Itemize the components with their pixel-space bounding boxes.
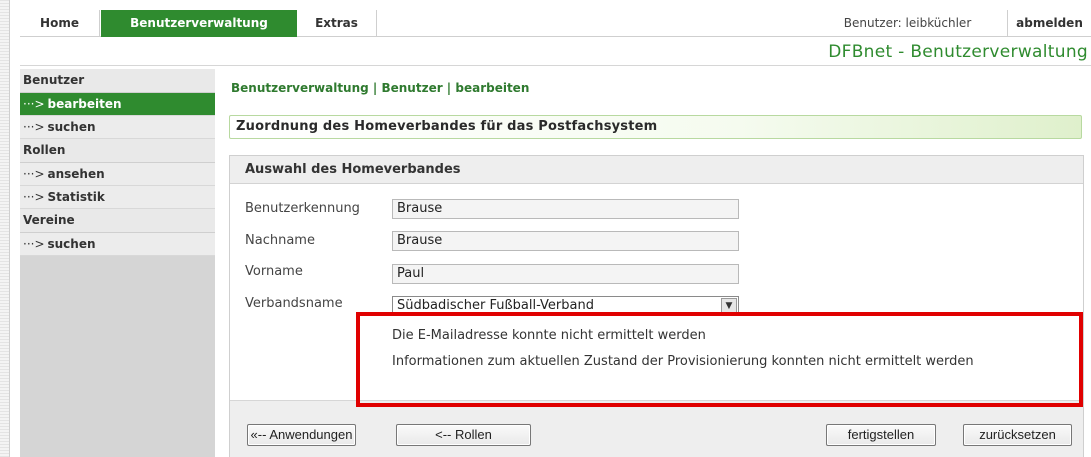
sidebar-item-label: Statistik xyxy=(47,190,105,204)
sidebar-item-suchen-vereine[interactable]: ···> suchen xyxy=(20,233,215,256)
benutzerkennung-field[interactable]: Brause xyxy=(392,199,739,219)
error-highlight-box xyxy=(356,312,1083,407)
sidebar-item-label: suchen xyxy=(47,120,96,134)
label-benutzerkennung: Benutzerkennung xyxy=(245,201,360,216)
arrow-icon: ···> xyxy=(23,190,45,204)
fertigstellen-button[interactable]: fertigstellen xyxy=(826,424,936,446)
left-edge-strip xyxy=(0,0,10,457)
sidebar: Benutzer ···> bearbeiten ···> suchen Rolle… xyxy=(20,69,215,457)
breadcrumb: Benutzerverwaltung | Benutzer | bearbeit… xyxy=(231,81,530,95)
label-verbandsname: Verbandsname xyxy=(245,296,343,311)
anwendungen-button[interactable]: «-- Anwendungen xyxy=(247,424,356,446)
tab-home[interactable]: Home xyxy=(20,10,100,37)
current-user-label: Benutzer: leibküchler xyxy=(808,10,1008,37)
verbandsname-selected-value: Südbadischer Fußball-Verband xyxy=(397,298,594,313)
label-vorname: Vorname xyxy=(245,264,303,279)
vorname-field[interactable]: Paul xyxy=(392,264,739,284)
panel-title: Auswahl des Homeverbandes xyxy=(230,156,1083,184)
zuruecksetzen-button[interactable]: zurücksetzen xyxy=(963,424,1072,446)
sidebar-item-label: ansehen xyxy=(47,167,105,181)
sidebar-item-label: bearbeiten xyxy=(47,97,122,111)
logout-link[interactable]: abmelden xyxy=(1008,10,1091,37)
sidebar-item-statistik[interactable]: ···> Statistik xyxy=(20,186,215,209)
sidebar-heading-benutzer: Benutzer xyxy=(20,69,215,93)
tab-extras[interactable]: Extras xyxy=(297,10,377,37)
button-bar: «-- Anwendungen <-- Rollen fertigstellen… xyxy=(230,400,1083,457)
arrow-icon: ···> xyxy=(23,167,45,181)
top-navigation: Home Benutzerverwaltung Extras Benutzer:… xyxy=(20,10,1091,37)
sidebar-heading-vereine: Vereine xyxy=(20,209,215,233)
arrow-icon: ···> xyxy=(23,120,45,134)
app-title: DFBnet - Benutzerverwaltung xyxy=(828,42,1088,62)
section-title: Zuordnung des Homeverbandes für das Post… xyxy=(229,115,1082,139)
homeverband-panel: Auswahl des Homeverbandes Benutzerkennun… xyxy=(229,155,1084,457)
sidebar-item-label: suchen xyxy=(47,237,96,251)
arrow-icon: ···> xyxy=(23,237,45,251)
label-nachname: Nachname xyxy=(245,233,315,248)
sidebar-item-ansehen[interactable]: ···> ansehen xyxy=(20,163,215,186)
arrow-icon: ···> xyxy=(23,97,45,111)
nachname-field[interactable]: Brause xyxy=(392,231,739,251)
title-divider xyxy=(20,65,1091,66)
sidebar-item-bearbeiten[interactable]: ···> bearbeiten xyxy=(20,93,215,116)
sidebar-heading-rollen: Rollen xyxy=(20,139,215,163)
rollen-button[interactable]: <-- Rollen xyxy=(396,424,531,446)
sidebar-item-suchen-benutzer[interactable]: ···> suchen xyxy=(20,116,215,139)
tab-benutzerverwaltung[interactable]: Benutzerverwaltung xyxy=(101,10,297,37)
